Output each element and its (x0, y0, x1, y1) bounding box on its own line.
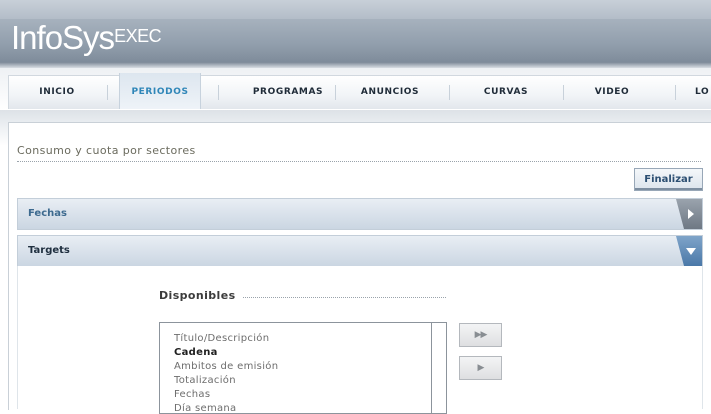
section-targets-header[interactable]: Targets (17, 235, 703, 267)
header-top-band (0, 0, 711, 19)
finalize-button[interactable]: Finalizar (634, 168, 703, 191)
nav-item-lo[interactable]: LO (695, 76, 711, 109)
main-nav: INICIO PERIODOS PROGRAMAS ANUNCIOS CURVA… (0, 68, 711, 110)
double-right-arrow-icon: ▶▶ (474, 330, 488, 340)
title-divider (17, 161, 701, 162)
section-fechas-label: Fechas (28, 208, 67, 219)
available-label: Disponibles (159, 289, 236, 302)
available-divider (243, 297, 446, 298)
nav-item-curvas[interactable]: CURVAS (466, 76, 546, 109)
nav-item-video[interactable]: VIDEO (572, 76, 652, 109)
logo-main: InfoSys (11, 19, 115, 56)
section-targets-label: Targets (28, 245, 70, 256)
nav-item-anuncios[interactable]: ANUNCIOS (350, 76, 430, 109)
list-item[interactable]: Totalización (174, 375, 236, 386)
nav-separator (335, 85, 336, 100)
nav-separator (675, 85, 676, 100)
nav-separator (449, 85, 450, 100)
list-item[interactable]: Fechas (174, 389, 210, 400)
listbox-scrollbar[interactable] (431, 323, 446, 413)
app-logo: InfoSysEXEC (11, 18, 162, 58)
available-listbox[interactable]: Título/Descripción Cadena Ambitos de emi… (159, 322, 447, 414)
move-all-right-button[interactable]: ▶▶ (459, 323, 502, 347)
nav-bar: INICIO PERIODOS PROGRAMAS ANUNCIOS CURVA… (8, 73, 711, 109)
list-item[interactable]: Cadena (174, 347, 218, 358)
list-item[interactable]: Ambitos de emisión (174, 361, 278, 372)
app-header: InfoSysEXEC (0, 0, 711, 62)
logo-superscript: EXEC (114, 26, 162, 46)
chevron-right-icon[interactable] (670, 199, 702, 229)
nav-separator (563, 85, 564, 100)
page-title: Consumo y cuota por sectores (17, 144, 196, 157)
nav-separator (218, 85, 219, 100)
right-arrow-icon: ▶ (477, 363, 485, 373)
section-fechas-header[interactable]: Fechas (17, 198, 703, 230)
nav-item-programas[interactable]: PROGRAMAS (233, 76, 343, 109)
move-right-button[interactable]: ▶ (459, 356, 502, 380)
chevron-down-icon[interactable] (670, 236, 702, 266)
nav-separator (107, 85, 108, 100)
nav-item-periodos[interactable]: PERIODOS (119, 73, 201, 109)
list-item[interactable]: Título/Descripción (174, 333, 269, 344)
nav-item-inicio[interactable]: INICIO (17, 76, 97, 109)
